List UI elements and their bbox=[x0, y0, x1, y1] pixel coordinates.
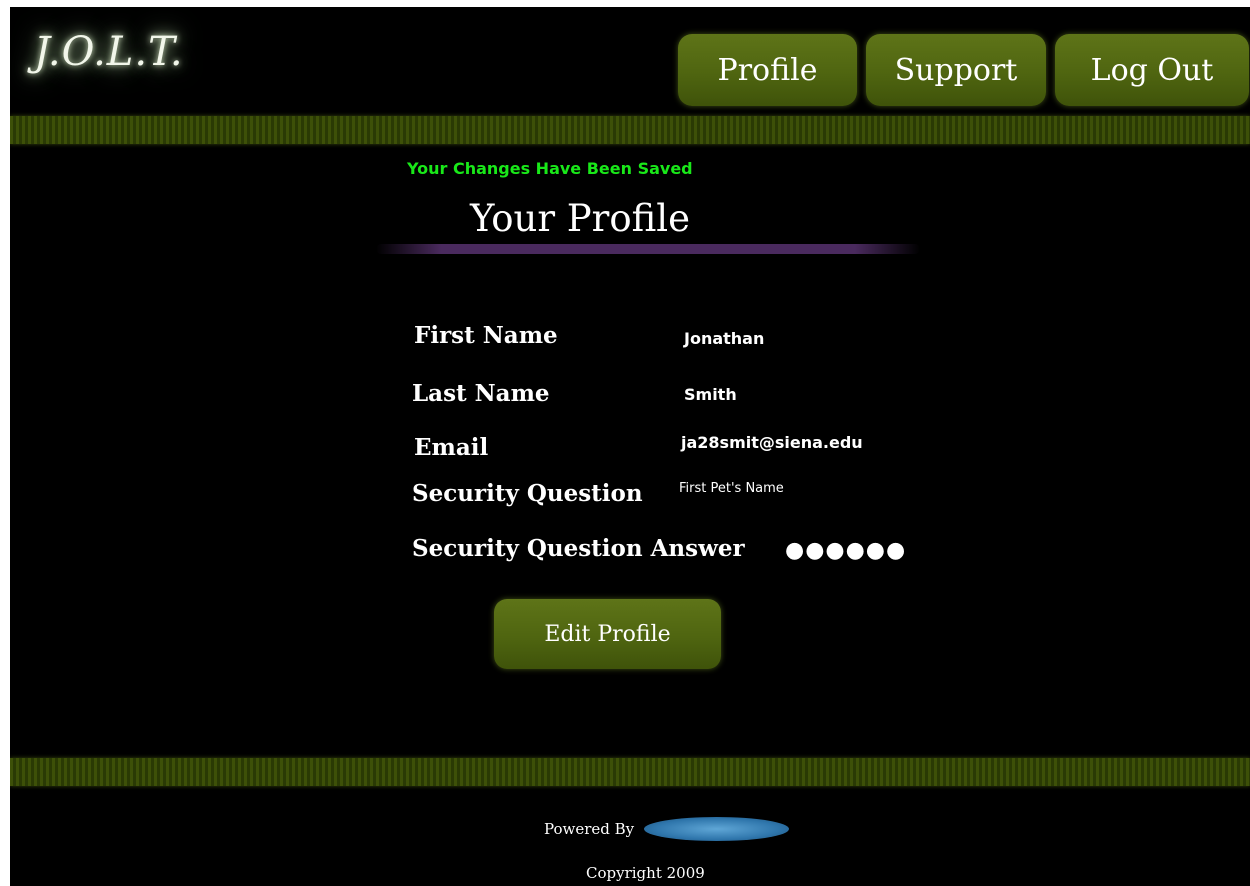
status-message: Your Changes Have Been Saved bbox=[407, 159, 693, 178]
nav-support-button[interactable]: Support bbox=[866, 34, 1046, 106]
email-value: ja28smit@siena.edu bbox=[681, 433, 863, 452]
security-answer-label: Security Question Answer bbox=[412, 535, 745, 562]
powered-by: Powered By bbox=[544, 817, 790, 841]
powered-by-label: Powered By bbox=[544, 820, 635, 838]
last-name-label: Last Name bbox=[412, 380, 550, 407]
first-name-label: First Name bbox=[414, 322, 558, 349]
email-label: Email bbox=[414, 434, 489, 461]
nav-profile-button[interactable]: Profile bbox=[678, 34, 857, 106]
security-question-label: Security Question bbox=[412, 480, 643, 507]
title-underline bbox=[376, 244, 920, 254]
last-name-value: Smith bbox=[684, 385, 737, 404]
copyright-text: Copyright 2009 bbox=[586, 864, 705, 882]
app-logo: J.O.L.T. bbox=[34, 29, 184, 75]
footer-divider-band bbox=[10, 758, 1250, 786]
app-window: J.O.L.T. Profile Support Log Out Your Ch… bbox=[10, 7, 1250, 886]
security-question-value: First Pet's Name bbox=[679, 481, 784, 496]
edit-profile-button[interactable]: Edit Profile bbox=[494, 599, 721, 669]
security-answer-masked-value: ●●●●●● bbox=[785, 538, 907, 563]
page-title: Your Profile bbox=[470, 197, 691, 240]
nav-logout-button[interactable]: Log Out bbox=[1055, 34, 1249, 106]
header-divider-band bbox=[10, 116, 1250, 144]
first-name-value: Jonathan bbox=[684, 329, 765, 348]
brand-logo bbox=[644, 817, 790, 841]
